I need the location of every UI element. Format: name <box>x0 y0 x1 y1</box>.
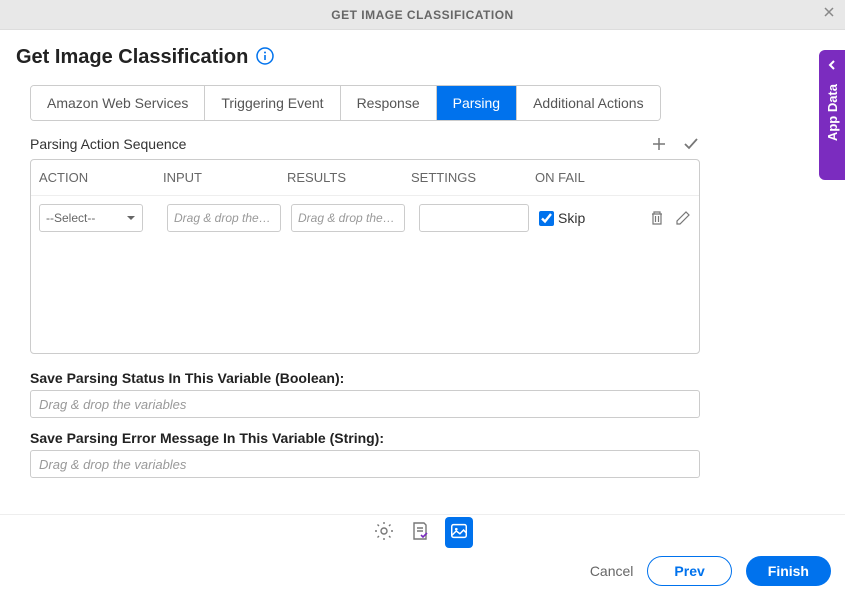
tab-triggering-event[interactable]: Triggering Event <box>205 86 340 120</box>
prev-button[interactable]: Prev <box>647 556 731 586</box>
footer: Cancel Prev Finish <box>0 514 845 592</box>
results-cell <box>291 204 405 232</box>
section-label: Parsing Action Sequence <box>30 136 186 152</box>
info-icon[interactable] <box>256 47 274 68</box>
chevron-down-icon <box>126 213 136 223</box>
results-field[interactable] <box>291 204 405 232</box>
document-check-icon[interactable] <box>409 520 431 545</box>
table-row: --Select-- Skip <box>31 196 699 240</box>
tab-amazon-web-services[interactable]: Amazon Web Services <box>31 86 205 120</box>
action-cell: --Select-- <box>39 204 143 232</box>
close-button[interactable] <box>821 4 837 25</box>
page-title-row: Get Image Classification <box>16 46 829 69</box>
image-icon[interactable] <box>445 517 473 548</box>
edit-icon[interactable] <box>675 210 691 226</box>
parsing-table: ACTION INPUT RESULTS SETTINGS ON FAIL --… <box>30 159 700 354</box>
th-settings: SETTINGS <box>411 170 535 185</box>
input-field[interactable] <box>167 204 281 232</box>
table-header: ACTION INPUT RESULTS SETTINGS ON FAIL <box>31 160 699 196</box>
settings-box[interactable] <box>419 204 529 232</box>
add-icon[interactable] <box>650 135 668 153</box>
gear-icon[interactable] <box>373 520 395 545</box>
modal-header: GET IMAGE CLASSIFICATION <box>0 0 845 30</box>
trash-icon[interactable] <box>649 210 665 226</box>
error-input[interactable] <box>30 450 700 478</box>
modal-title: GET IMAGE CLASSIFICATION <box>331 8 513 22</box>
app-data-tab[interactable]: App Data <box>819 50 845 180</box>
footer-icons <box>0 514 845 550</box>
status-field-group: Save Parsing Status In This Variable (Bo… <box>30 370 700 418</box>
cancel-button[interactable]: Cancel <box>590 563 634 579</box>
action-select[interactable]: --Select-- <box>39 204 143 232</box>
onfail-cell: Skip <box>539 210 585 226</box>
tab-parsing[interactable]: Parsing <box>437 86 517 120</box>
app-data-label: App Data <box>825 84 840 141</box>
tab-additional-actions[interactable]: Additional Actions <box>517 86 660 120</box>
status-label: Save Parsing Status In This Variable (Bo… <box>30 370 700 386</box>
finish-button[interactable]: Finish <box>746 556 831 586</box>
check-icon[interactable] <box>682 135 700 153</box>
error-field-group: Save Parsing Error Message In This Varia… <box>30 430 700 478</box>
close-icon <box>821 4 837 20</box>
page-title: Get Image Classification <box>16 46 248 69</box>
th-onfail: ON FAIL <box>535 170 635 185</box>
tab-response[interactable]: Response <box>341 86 437 120</box>
th-action: ACTION <box>39 170 163 185</box>
section-header: Parsing Action Sequence <box>30 135 700 153</box>
error-label: Save Parsing Error Message In This Varia… <box>30 430 700 446</box>
section-actions <box>650 135 700 153</box>
footer-buttons: Cancel Prev Finish <box>0 550 845 592</box>
skip-label: Skip <box>558 210 585 226</box>
content-area: Get Image Classification Amazon Web Serv… <box>0 30 845 478</box>
select-placeholder: --Select-- <box>46 211 95 225</box>
input-cell <box>167 204 281 232</box>
row-actions <box>649 210 691 226</box>
th-results: RESULTS <box>287 170 411 185</box>
tabs: Amazon Web Services Triggering Event Res… <box>30 85 661 121</box>
chevron-left-icon <box>826 58 838 74</box>
status-input[interactable] <box>30 390 700 418</box>
th-input: INPUT <box>163 170 287 185</box>
skip-checkbox[interactable] <box>539 211 554 226</box>
